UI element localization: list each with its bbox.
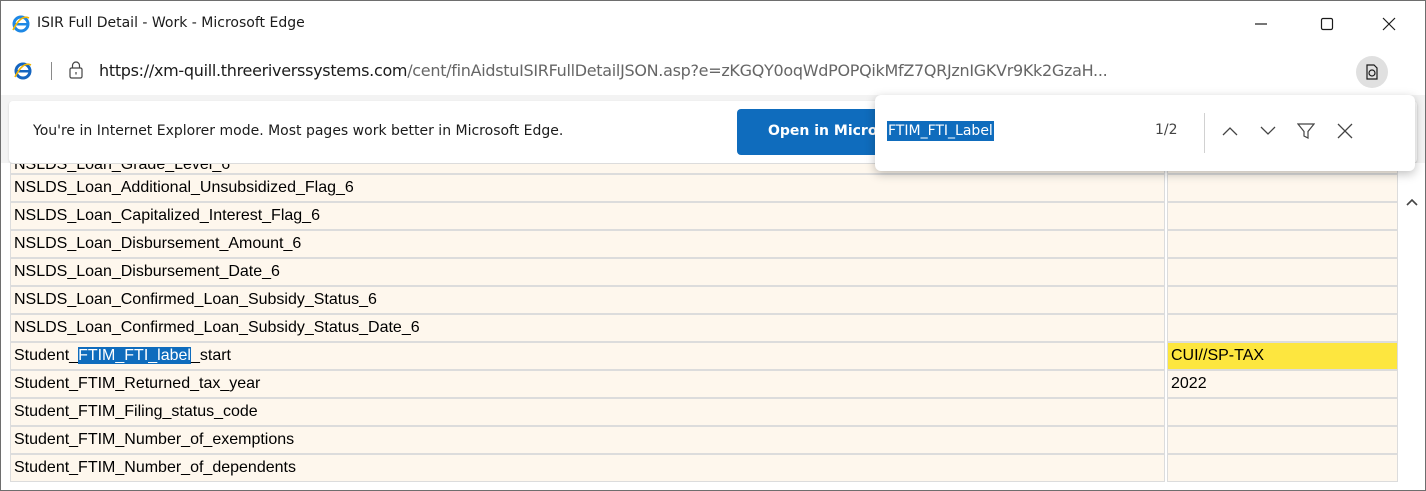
field-name-text: NSLDS_Loan_Disbursement_Date_6 (14, 263, 280, 280)
ie-mode-message: You're in Internet Explorer mode. Most p… (33, 123, 564, 139)
table-row: Student_FTIM_Filing_status_code (10, 398, 1398, 426)
field-value-cell: CUI//SP-TAX (1167, 342, 1398, 370)
table-row: NSLDS_Loan_Disbursement_Date_6 (10, 258, 1398, 286)
browser-window: ISIR Full Detail - Work - Microsoft Edge… (0, 0, 1426, 491)
table-row: NSLDS_Loan_Confirmed_Loan_Subsidy_Status… (10, 286, 1398, 314)
ie-page-icon (1366, 64, 1378, 80)
chevron-down-icon (1260, 126, 1276, 135)
field-name-text: NSLDS_Loan_Capitalized_Interest_Flag_6 (14, 207, 320, 224)
field-name-cell: Student_FTIM_FTI_label_start (10, 342, 1165, 370)
address-separator (51, 62, 52, 80)
close-window-button[interactable] (1361, 1, 1417, 47)
find-next-button[interactable] (1256, 119, 1280, 143)
url-field[interactable]: https://xm-quill.threeriverssystems.com/… (99, 61, 1339, 80)
table-row: Student_FTIM_Number_of_exemptions (10, 426, 1398, 454)
field-name-cell: Student_FTIM_Returned_tax_year (10, 370, 1165, 398)
field-name-cell: Student_FTIM_Number_of_dependents (10, 454, 1165, 482)
maximize-button[interactable] (1299, 1, 1355, 47)
field-name-text: Student_FTIM_Returned_tax_year (14, 375, 261, 392)
table-row: Student_FTIM_Returned_tax_year 2022 (10, 370, 1398, 398)
field-name-cell: Student_FTIM_Number_of_exemptions (10, 426, 1165, 454)
scroll-up-button[interactable] (1398, 191, 1425, 213)
table-row: NSLDS_Loan_Capitalized_Interest_Flag_6 (10, 202, 1398, 230)
field-name-text: Student_FTIM_Number_of_dependents (14, 459, 296, 476)
vertical-scrollbar[interactable] (1398, 163, 1425, 490)
address-bar: https://xm-quill.threeriverssystems.com/… (1, 47, 1425, 95)
isir-detail-table: NSLDS_Loan_Grade_Level_6 NSLDS_Loan_Addit… (10, 163, 1398, 482)
field-name-cell: Student_FTIM_Filing_status_code (10, 398, 1165, 426)
field-name-cell: NSLDS_Loan_Capitalized_Interest_Flag_6 (10, 202, 1165, 230)
find-match-highlight: FTIM_FTI_label (78, 347, 191, 364)
ie-mode-page-button[interactable] (1356, 56, 1388, 88)
field-name-text: Student_FTIM_Number_of_exemptions (14, 431, 295, 448)
table-row: Student_FTIM_Number_of_dependents (10, 454, 1398, 482)
url-path: /cent/finAidstuISIRFullDetailJSON.asp?e=… (407, 61, 1108, 80)
maximize-icon (1320, 17, 1334, 31)
field-name-text: Student_ (14, 347, 79, 364)
field-name-text: NSLDS_Loan_Grade_Level_6 (14, 163, 231, 173)
chevron-up-icon (1222, 127, 1238, 136)
field-value-cell (1167, 230, 1398, 258)
field-value-cell (1167, 398, 1398, 426)
title-bar: ISIR Full Detail - Work - Microsoft Edge (1, 1, 1425, 47)
field-name-text: NSLDS_Loan_Additional_Unsubsidized_Flag_… (14, 179, 354, 196)
field-name-text: Student_FTIM_Filing_status_code (14, 403, 258, 420)
field-value-cell (1167, 454, 1398, 482)
field-value-cell (1167, 314, 1398, 342)
find-separator (1204, 113, 1205, 153)
field-name-cell: NSLDS_Loan_Disbursement_Amount_6 (10, 230, 1165, 258)
find-match-count: 1/2 (1155, 122, 1178, 138)
field-name-cell: NSLDS_Loan_Confirmed_Loan_Subsidy_Status… (10, 286, 1165, 314)
url-host: https://xm-quill.threeriverssystems.com (99, 61, 408, 80)
field-name-text: NSLDS_Loan_Disbursement_Amount_6 (14, 235, 302, 252)
field-name-cell: NSLDS_Loan_Confirmed_Loan_Subsidy_Status… (10, 314, 1165, 342)
filter-icon (1297, 123, 1315, 139)
field-value-cell (1167, 202, 1398, 230)
table-row: Student_FTIM_FTI_label_start CUI//SP-TAX (10, 342, 1398, 370)
find-previous-button[interactable] (1218, 119, 1242, 143)
find-bar: FTIM_FTI_Label 1/2 (875, 95, 1415, 171)
field-name-text: _start (190, 347, 231, 364)
field-value-cell (1167, 286, 1398, 314)
field-name-cell: NSLDS_Loan_Additional_Unsubsidized_Flag_… (10, 174, 1165, 202)
field-name-text: NSLDS_Loan_Confirmed_Loan_Subsidy_Status… (14, 291, 377, 308)
field-value-cell (1167, 258, 1398, 286)
find-input[interactable]: FTIM_FTI_Label (887, 121, 994, 141)
page-content: NSLDS_Loan_Grade_Level_6 NSLDS_Loan_Addit… (1, 163, 1425, 490)
ie-mode-icon[interactable] (13, 61, 33, 81)
table-row: NSLDS_Loan_Disbursement_Amount_6 (10, 230, 1398, 258)
find-close-button[interactable] (1333, 119, 1357, 143)
field-value-cell (1167, 174, 1398, 202)
table-row: NSLDS_Loan_Confirmed_Loan_Subsidy_Status… (10, 314, 1398, 342)
minimize-button[interactable] (1233, 1, 1289, 47)
chevron-up-icon (1405, 198, 1418, 206)
field-value-cell (1167, 426, 1398, 454)
minimize-icon (1255, 23, 1267, 25)
close-icon (1382, 17, 1396, 31)
field-name-cell: NSLDS_Loan_Disbursement_Date_6 (10, 258, 1165, 286)
close-icon (1337, 123, 1353, 139)
site-info-icon[interactable] (67, 60, 85, 80)
field-value-cell: 2022 (1167, 370, 1398, 398)
find-filter-button[interactable] (1294, 119, 1318, 143)
ie-logo-icon (12, 15, 30, 33)
field-name-text: NSLDS_Loan_Confirmed_Loan_Subsidy_Status… (14, 319, 420, 336)
table-row: NSLDS_Loan_Additional_Unsubsidized_Flag_… (10, 174, 1398, 202)
window-title: ISIR Full Detail - Work - Microsoft Edge (37, 15, 305, 31)
